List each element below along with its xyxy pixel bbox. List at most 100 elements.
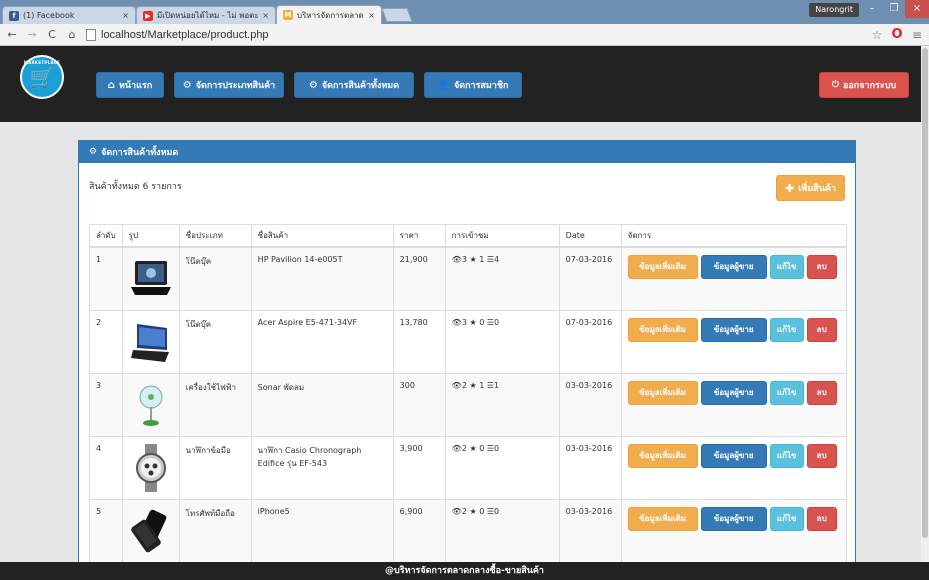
header-category: ชื่อประเภท — [178, 224, 252, 248]
close-icon[interactable]: × — [122, 11, 129, 20]
eye-icon: 👁 — [451, 317, 462, 327]
seller-info-button[interactable]: ข้อมูลผู้ขาย — [700, 380, 767, 405]
item-count: 1 — [494, 380, 500, 390]
gear-icon: ⚙ — [182, 79, 192, 91]
nav-manage-products-button[interactable]: ⚙ จัดการสินค้าทั้งหมด — [294, 72, 414, 98]
list-icon: ☰ — [486, 506, 494, 516]
seller-info-button[interactable]: ข้อมูลผู้ขาย — [700, 254, 767, 279]
cell-category: โน๊ตบุ๊ค — [178, 309, 252, 373]
info-button[interactable]: ข้อมูลเพิ่มเติม — [627, 380, 698, 405]
opera-icon[interactable]: O — [889, 27, 905, 42]
nav-manage-category-button[interactable]: ⚙ จัดการประเภทสินค้า — [174, 72, 284, 98]
facebook-icon: f — [9, 10, 19, 21]
header-no: ลำดับ — [89, 224, 123, 248]
cell-name: Sonar พัดลม — [250, 372, 394, 436]
list-icon: ☰ — [486, 317, 494, 327]
plus-icon: ✚ — [785, 181, 795, 195]
cell-stats: 👁2 ★ 0 ☰0 — [444, 498, 560, 562]
product-image[interactable] — [129, 507, 173, 555]
bookmark-star-icon[interactable]: ☆ — [869, 28, 885, 42]
header-date: Date — [558, 224, 622, 248]
delete-button[interactable]: ลบ — [806, 443, 837, 468]
nav-manage-category-label: จัดการประเภทสินค้า — [195, 81, 276, 91]
item-count: 0 — [494, 317, 500, 327]
marketplace-logo[interactable]: MARKETPLACE 🛒 — [20, 55, 64, 99]
edit-button[interactable]: แก้ไข — [769, 443, 804, 468]
home-page-icon[interactable]: ⌂ — [64, 28, 80, 41]
logout-button[interactable]: ⏻ ออกจากระบบ — [819, 72, 909, 98]
star-icon: ★ — [469, 443, 477, 453]
header-price: ราคา — [392, 224, 446, 248]
seller-info-button[interactable]: ข้อมูลผู้ขาย — [700, 506, 767, 531]
delete-button[interactable]: ลบ — [806, 254, 837, 279]
edit-button[interactable]: แก้ไข — [769, 380, 804, 405]
seller-info-button[interactable]: ข้อมูลผู้ขาย — [700, 443, 767, 468]
cell-actions: ข้อมูลเพิ่มเติม ข้อมูลผู้ขาย แก้ไข ลบ — [620, 246, 848, 310]
add-product-button[interactable]: ✚ เพิ่มสินค้า — [776, 175, 845, 201]
delete-button[interactable]: ลบ — [806, 506, 837, 531]
edit-button[interactable]: แก้ไข — [769, 254, 804, 279]
star-count: 0 — [479, 443, 485, 453]
view-count: 3 — [461, 317, 467, 327]
table-row: 2 โน๊ตบุ๊ค Acer Aspire E5-471-34VF 13,780 👁3… — [89, 309, 848, 373]
window-close-icon[interactable]: × — [905, 0, 929, 18]
new-tab-button[interactable] — [381, 8, 413, 22]
info-button[interactable]: ข้อมูลเพิ่มเติม — [627, 317, 698, 342]
delete-button[interactable]: ลบ — [806, 380, 837, 405]
header-image: รูป — [121, 224, 180, 248]
menu-icon[interactable]: ≡ — [909, 28, 925, 42]
list-icon: ☰ — [486, 254, 494, 264]
star-count: 1 — [479, 254, 485, 264]
reload-icon[interactable]: C — [44, 28, 60, 41]
tab-facebook[interactable]: f (1) Facebook × — [2, 6, 136, 24]
info-button[interactable]: ข้อมูลเพิ่มเติม — [627, 443, 698, 468]
eye-icon: 👁 — [451, 506, 462, 516]
cell-category: โน๊ตบุ๊ค — [178, 246, 252, 310]
product-image[interactable] — [129, 318, 173, 366]
cell-image — [121, 498, 180, 562]
close-icon[interactable]: × — [368, 11, 375, 20]
marketplace-icon: M — [283, 10, 293, 20]
list-icon: ☰ — [486, 380, 494, 390]
cell-price: 21,900 — [392, 246, 446, 310]
product-image[interactable] — [129, 381, 173, 429]
app-navbar: MARKETPLACE 🛒 ⌂ หน้าแรก ⚙ จัดการประเภทสิ… — [0, 46, 929, 122]
nav-home-button[interactable]: ⌂ หน้าแรก — [96, 72, 164, 98]
edit-button[interactable]: แก้ไข — [769, 506, 804, 531]
info-button[interactable]: ข้อมูลเพิ่มเติม — [627, 254, 698, 279]
delete-button[interactable]: ลบ — [806, 317, 837, 342]
forward-icon[interactable]: → — [24, 28, 40, 41]
power-icon: ⏻ — [831, 80, 839, 90]
cell-category: นาฬิกาข้อมือ — [178, 435, 252, 499]
tab-youtube[interactable]: ▶ มีเปิดหน่อยได้ไหม - ไม่ พอตะ × — [136, 6, 276, 24]
item-count: 0 — [494, 443, 500, 453]
eye-icon: 👁 — [451, 254, 462, 264]
list-icon: ☰ — [486, 443, 494, 453]
cell-date: 07-03-2016 — [558, 246, 622, 310]
table-header-row: ลำดับ รูป ชื่อประเภท ชื่อสินค้า ราคา การ… — [89, 224, 848, 248]
nav-manage-members-button[interactable]: 👤 จัดการสมาชิก — [424, 72, 522, 98]
cell-stats: 👁3 ★ 0 ☰0 — [444, 309, 560, 373]
star-count: 0 — [479, 506, 485, 516]
cell-stats: 👁3 ★ 1 ☰4 — [444, 246, 560, 310]
cell-image — [121, 435, 180, 499]
star-icon: ★ — [469, 317, 477, 327]
maximize-icon[interactable]: ❐ — [883, 0, 905, 18]
cell-date: 03-03-2016 — [558, 435, 622, 499]
edit-button[interactable]: แก้ไข — [769, 317, 804, 342]
table-row: 1 โน๊ตบุ๊ค HP Pavilion 14-e005T 21,900 👁3 ★ … — [89, 246, 848, 310]
scrollbar-thumb[interactable] — [922, 48, 928, 538]
logo-brand-text: MARKETPLACE — [23, 60, 61, 65]
tab-marketplace[interactable]: M บริหารจัดการตลาดกลางซื้อ-ข × — [276, 5, 382, 24]
minimize-icon[interactable]: – — [861, 0, 883, 18]
browser-username[interactable]: Narongrit — [809, 3, 859, 17]
info-button[interactable]: ข้อมูลเพิ่มเติม — [627, 506, 698, 531]
url-field[interactable]: localhost/Marketplace/product.php — [86, 27, 869, 43]
close-icon[interactable]: × — [262, 11, 269, 20]
back-icon[interactable]: ← — [4, 28, 20, 41]
table-row: 4 นาฬิกาข้อมือ นาฬิกา Casio Chronograph Ed… — [89, 435, 848, 499]
product-image[interactable] — [129, 255, 173, 303]
seller-info-button[interactable]: ข้อมูลผู้ขาย — [700, 317, 767, 342]
cell-date: 03-03-2016 — [558, 372, 622, 436]
product-image[interactable] — [129, 443, 173, 492]
